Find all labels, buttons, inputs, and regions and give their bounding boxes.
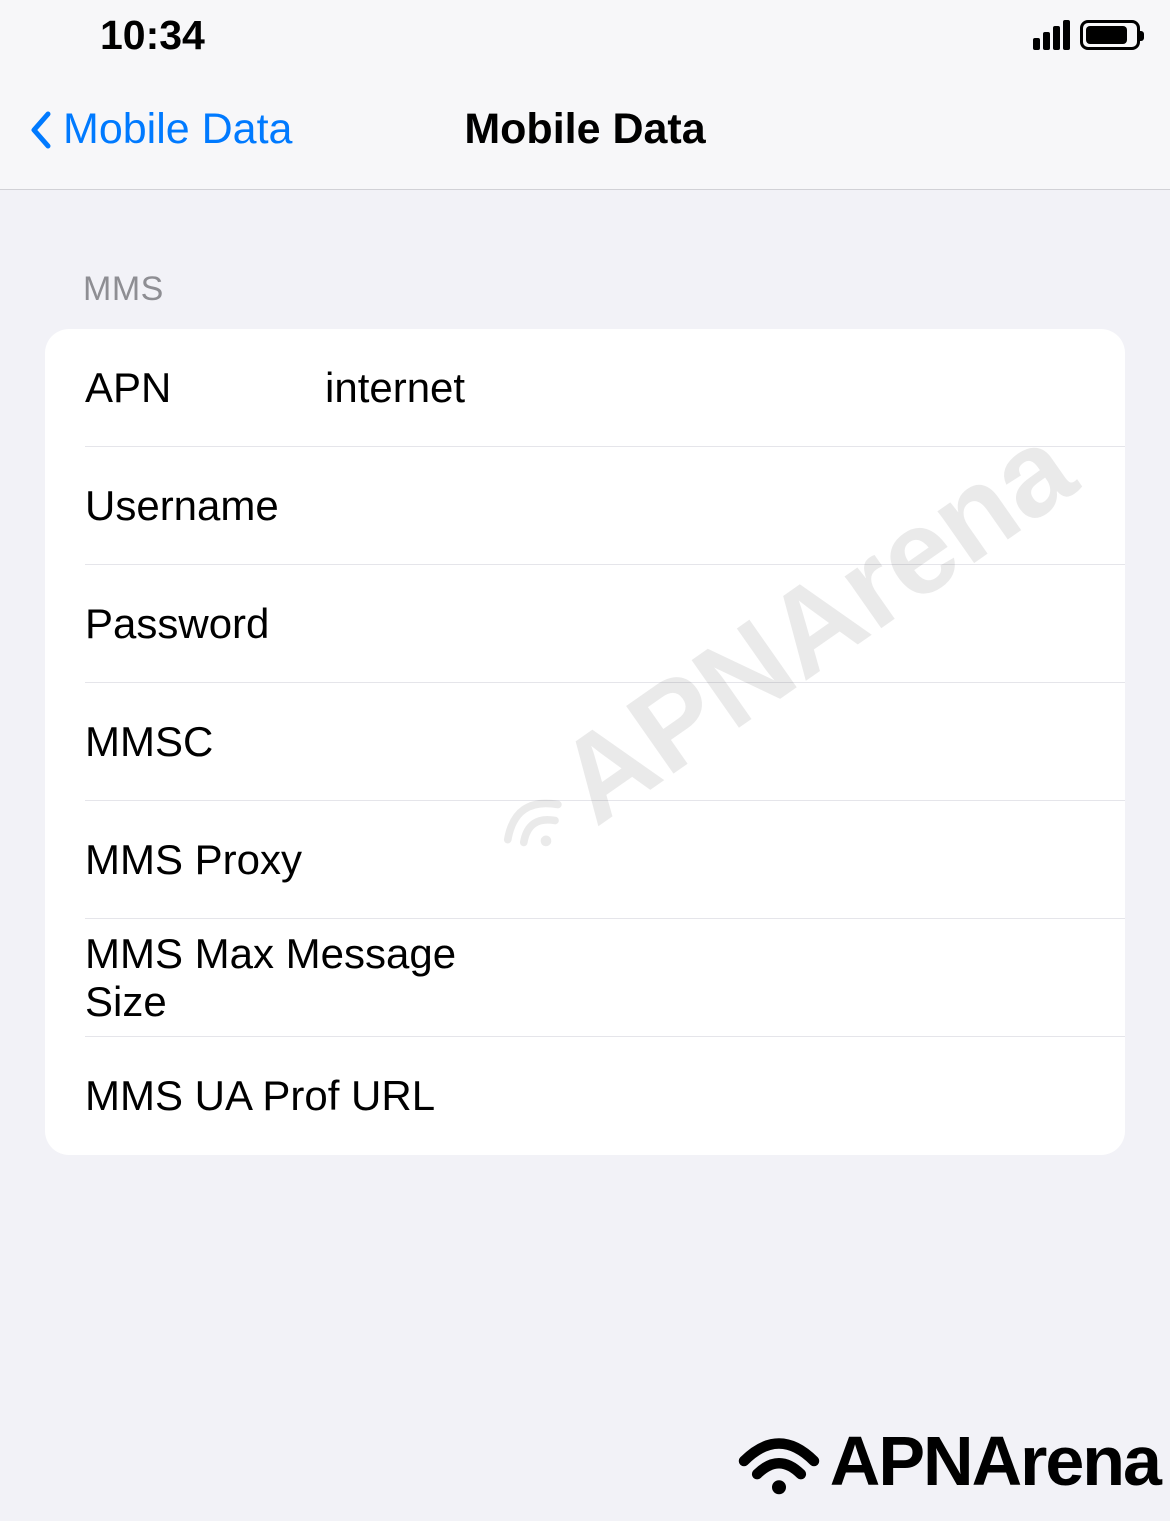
row-mmsc[interactable]: MMSC bbox=[45, 683, 1125, 801]
status-bar: 10:34 bbox=[0, 0, 1170, 70]
status-time: 10:34 bbox=[100, 12, 205, 59]
input-mms-ua-prof[interactable] bbox=[544, 1072, 1125, 1120]
battery-icon bbox=[1080, 20, 1140, 50]
label-password: Password bbox=[85, 600, 325, 648]
page-title: Mobile Data bbox=[464, 105, 705, 154]
back-label: Mobile Data bbox=[63, 105, 292, 154]
footer-brand: APNArena bbox=[734, 1421, 1160, 1501]
status-indicators bbox=[1033, 20, 1140, 50]
wifi-icon bbox=[734, 1426, 824, 1496]
input-username[interactable] bbox=[325, 482, 1125, 530]
input-mms-max-size[interactable] bbox=[544, 954, 1125, 1002]
label-apn: APN bbox=[85, 364, 325, 412]
input-mms-proxy[interactable] bbox=[544, 836, 1125, 884]
label-username: Username bbox=[85, 482, 325, 530]
section-header-mms: MMS bbox=[45, 270, 1125, 309]
label-mms-max-size: MMS Max Message Size bbox=[85, 930, 544, 1026]
row-mms-ua-prof[interactable]: MMS UA Prof URL bbox=[45, 1037, 1125, 1155]
input-password[interactable] bbox=[325, 600, 1125, 648]
cellular-signal-icon bbox=[1033, 20, 1070, 50]
chevron-left-icon bbox=[25, 106, 55, 154]
row-mms-proxy[interactable]: MMS Proxy bbox=[45, 801, 1125, 919]
back-button[interactable]: Mobile Data bbox=[25, 105, 292, 154]
input-mmsc[interactable] bbox=[325, 718, 1125, 766]
label-mmsc: MMSC bbox=[85, 718, 325, 766]
row-mms-max-size[interactable]: MMS Max Message Size bbox=[45, 919, 1125, 1037]
footer-brand-text: APNArena bbox=[830, 1421, 1160, 1501]
label-mms-proxy: MMS Proxy bbox=[85, 836, 544, 884]
settings-group-mms: APN Username Password MMSC MMS Proxy MMS… bbox=[45, 329, 1125, 1155]
row-password[interactable]: Password bbox=[45, 565, 1125, 683]
content-area: MMS APN Username Password MMSC MMS Proxy… bbox=[0, 190, 1170, 1155]
label-mms-ua-prof: MMS UA Prof URL bbox=[85, 1072, 544, 1120]
row-apn[interactable]: APN bbox=[45, 329, 1125, 447]
row-username[interactable]: Username bbox=[45, 447, 1125, 565]
input-apn[interactable] bbox=[325, 364, 1125, 412]
navigation-bar: Mobile Data Mobile Data bbox=[0, 70, 1170, 190]
